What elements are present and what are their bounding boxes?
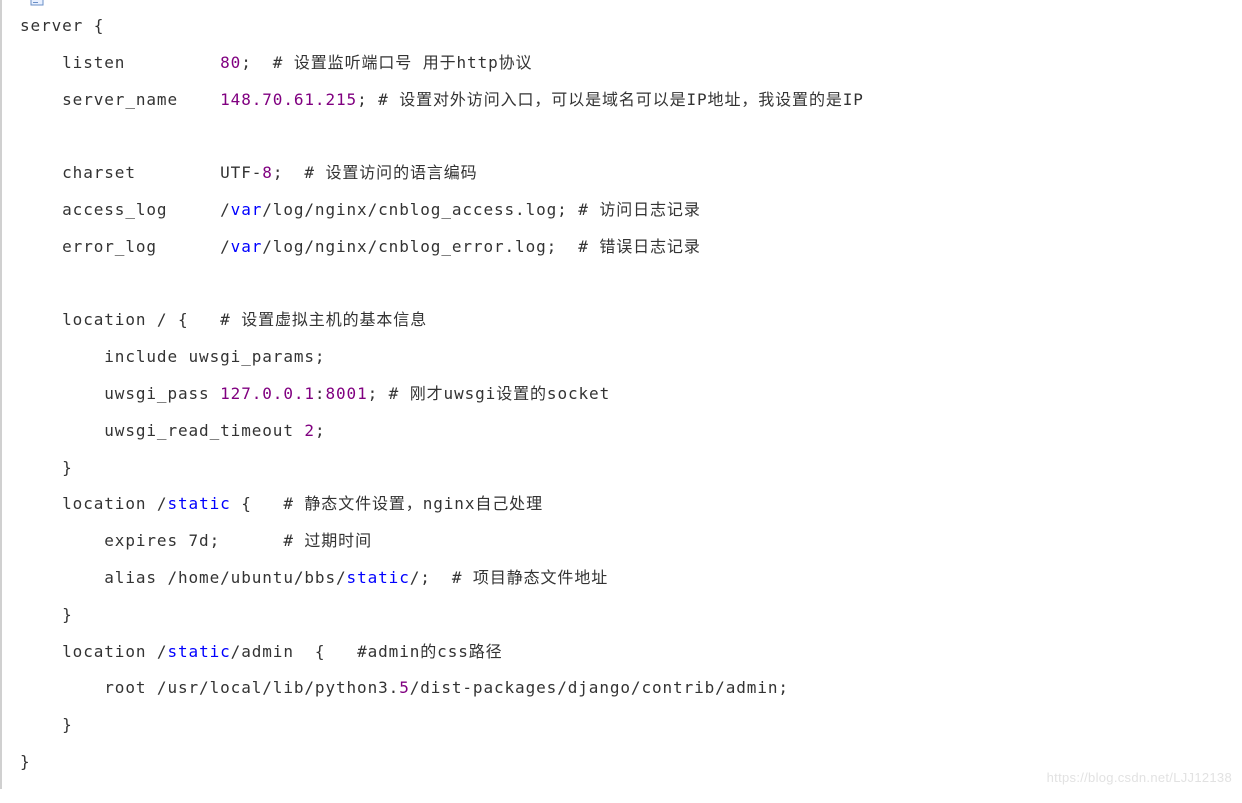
line-21: } (20, 752, 31, 771)
static-keyword: static (347, 568, 410, 587)
line-14-a: location / (20, 494, 167, 513)
line-11-c: ; # 刚才uwsgi设置的socket (368, 384, 611, 403)
line-5-a: charset UTF- (20, 163, 262, 182)
static-keyword: static (167, 494, 230, 513)
line-16-a: alias /home/ubuntu/bbs/ (20, 568, 347, 587)
line-16-b: /; # 项目静态文件地址 (410, 568, 608, 587)
line-18-b: /admin { #admin的css路径 (231, 642, 503, 661)
uwsgi-port: 8001 (325, 384, 367, 403)
charset-num: 8 (262, 163, 273, 182)
copy-icon (30, 0, 44, 6)
line-20: } (20, 715, 73, 734)
line-18-a: location / (20, 642, 167, 661)
line-9: location / { # 设置虚拟主机的基本信息 (20, 310, 427, 329)
line-1: server { (20, 16, 104, 35)
timeout-num: 2 (304, 421, 315, 440)
line-13: } (20, 458, 73, 477)
line-19-b: /dist-packages/django/contrib/admin; (410, 678, 789, 697)
line-6-b: /log/nginx/cnblog_access.log; # 访问日志记录 (262, 200, 700, 219)
line-19-a: root /usr/local/lib/python3. (20, 678, 399, 697)
line-6-a: access_log / (20, 200, 231, 219)
line-12-a: uwsgi_read_timeout (20, 421, 304, 440)
uwsgi-ip: 127.0.0.1 (220, 384, 315, 403)
line-7-b: /log/nginx/cnblog_error.log; # 错误日志记录 (262, 237, 700, 256)
listen-port: 80 (220, 53, 241, 72)
line-2-a: listen (20, 53, 220, 72)
var-keyword: var (231, 200, 263, 219)
static-keyword: static (167, 642, 230, 661)
line-5-b: ; # 设置访问的语言编码 (273, 163, 478, 182)
server-name-ip: 148.70.61.215 (220, 90, 357, 109)
line-15: expires 7d; # 过期时间 (20, 531, 372, 550)
var-keyword: var (231, 237, 263, 256)
line-7-a: error_log / (20, 237, 231, 256)
line-3-a: server_name (20, 90, 220, 109)
line-10: include uwsgi_params; (20, 347, 325, 366)
nginx-config: server { listen 80; # 设置监听端口号 用于http协议 s… (20, 8, 1242, 781)
line-14-b: { # 静态文件设置，nginx自己处理 (231, 494, 543, 513)
python-ver-num: 5 (399, 678, 410, 697)
line-2-b: ; # 设置监听端口号 用于http协议 (241, 53, 532, 72)
line-17: } (20, 605, 73, 624)
line-12-b: ; (315, 421, 326, 440)
code-block: server { listen 80; # 设置监听端口号 用于http协议 s… (0, 0, 1242, 789)
line-11-a: uwsgi_pass (20, 384, 220, 403)
line-3-b: ; # 设置对外访问入口，可以是域名可以是IP地址，我设置的是IP (357, 90, 864, 109)
line-11-b: : (315, 384, 326, 403)
